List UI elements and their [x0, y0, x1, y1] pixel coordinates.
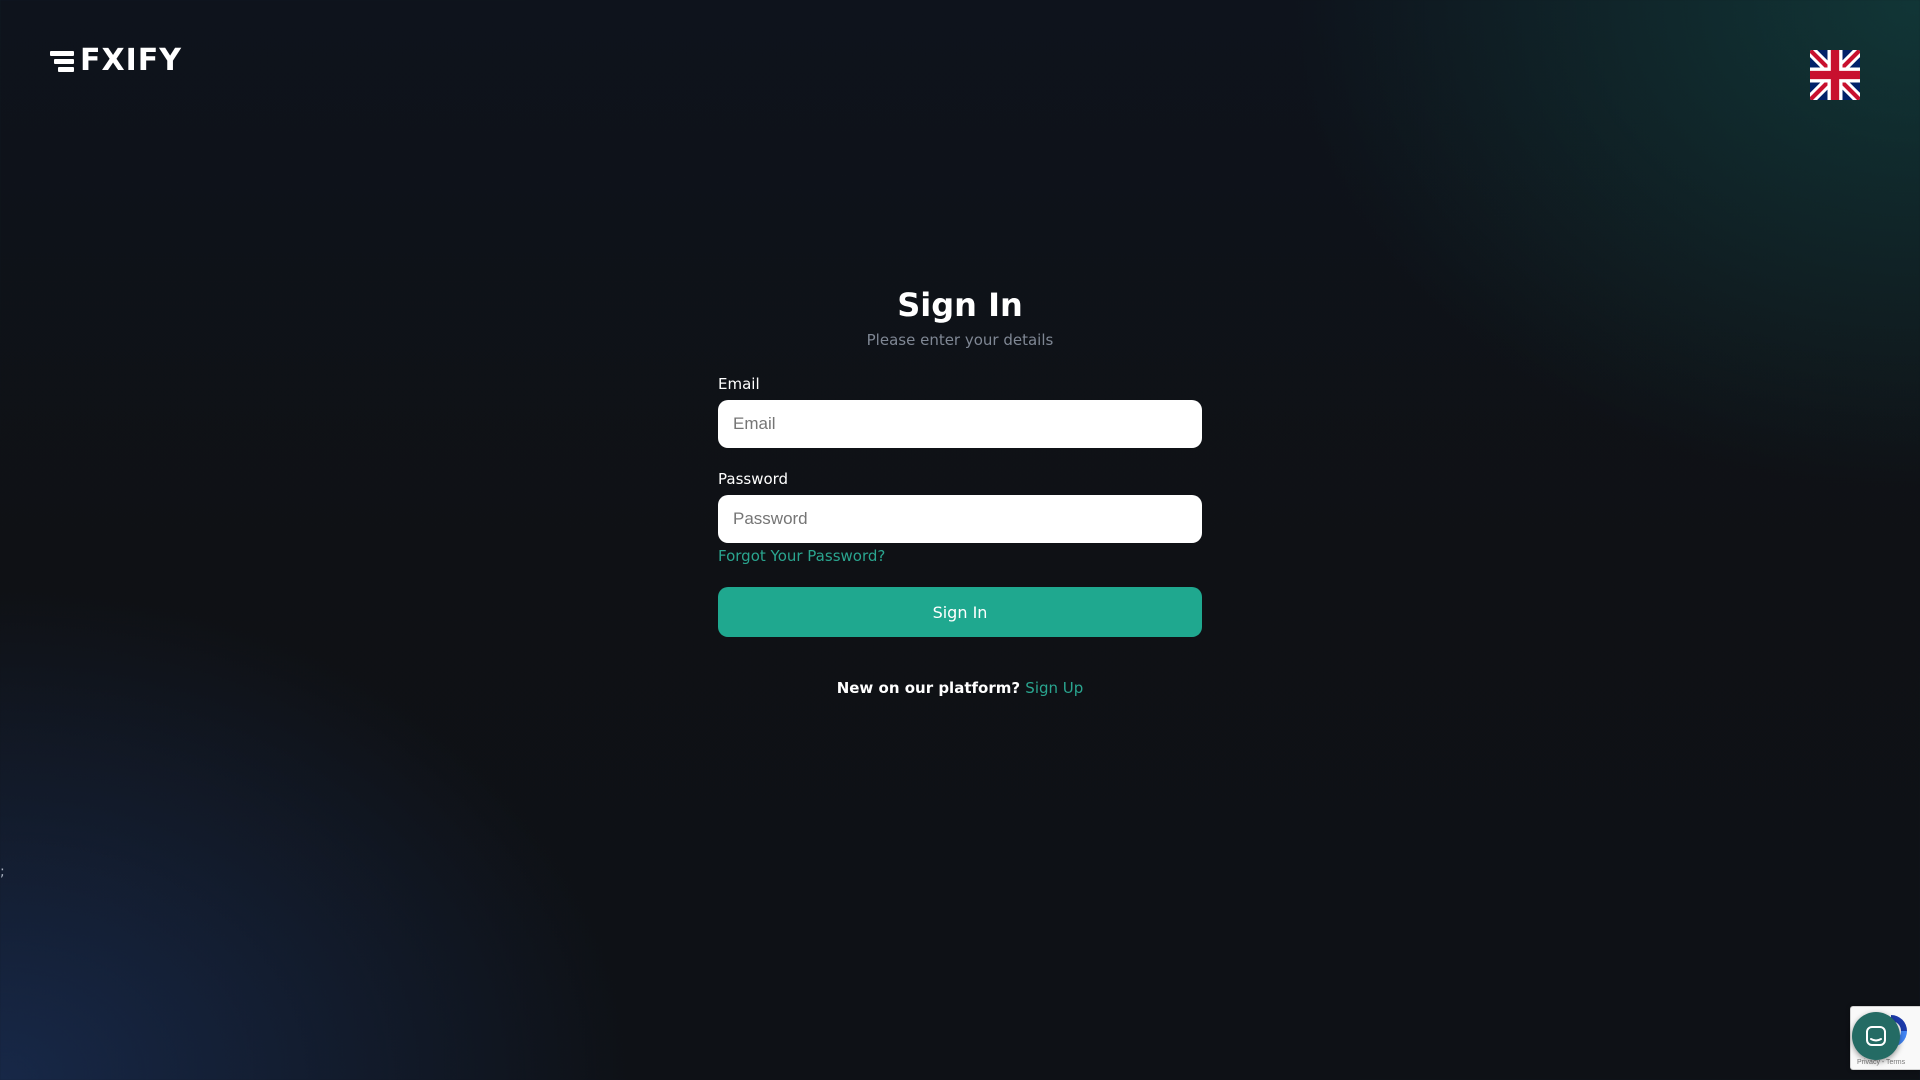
chat-bubble-icon	[1866, 1026, 1886, 1046]
uk-flag-icon	[1810, 50, 1860, 100]
edge-fragment: ;	[0, 864, 5, 880]
sign-in-button[interactable]: Sign In	[718, 587, 1202, 637]
page-title: Sign In	[897, 286, 1023, 324]
page-subtitle: Please enter your details	[866, 331, 1054, 349]
chat-launcher-button[interactable]	[1852, 1012, 1900, 1060]
sign-up-link[interactable]: Sign Up	[1025, 679, 1083, 697]
recaptcha-terms[interactable]: Privacy - Terms	[1857, 1059, 1905, 1066]
brand-name: FXIFY	[80, 43, 183, 78]
signin-form: Sign In Please enter your details Email …	[718, 283, 1202, 697]
email-field[interactable]	[718, 400, 1202, 448]
password-field[interactable]	[718, 495, 1202, 543]
password-label: Password	[718, 470, 789, 488]
logo-mark-icon	[50, 50, 74, 72]
signup-prompt-text: New on our platform?	[836, 679, 1021, 697]
email-label: Email	[718, 375, 760, 393]
brand-logo[interactable]: FXIFY	[50, 43, 183, 78]
signup-prompt-line: New on our platform? Sign Up	[718, 679, 1202, 697]
forgot-password-link[interactable]: Forgot Your Password?	[718, 546, 885, 566]
language-selector[interactable]	[1810, 50, 1860, 100]
